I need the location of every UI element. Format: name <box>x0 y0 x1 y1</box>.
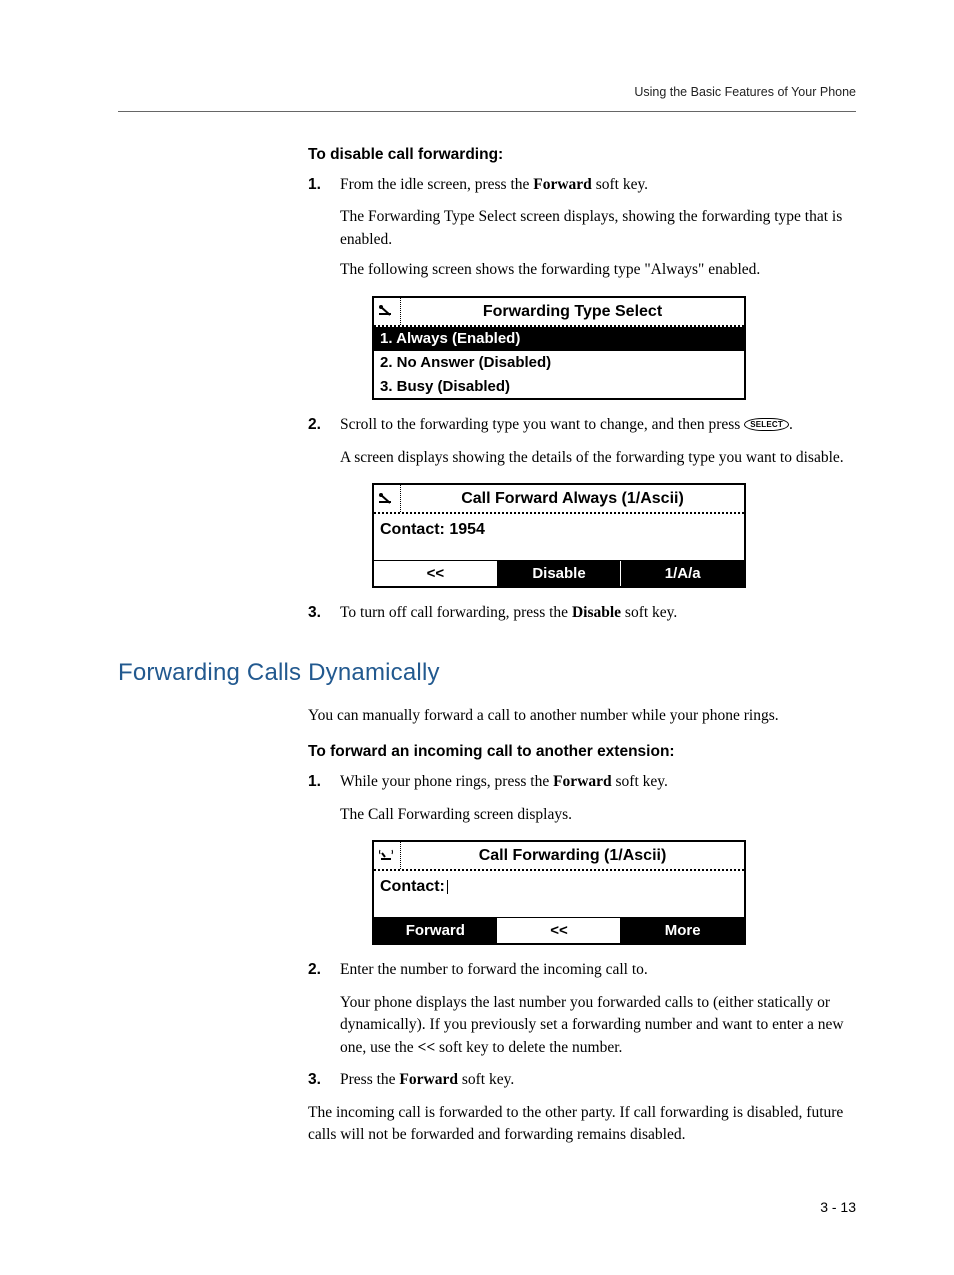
step-text: To turn off call forwarding, press the D… <box>340 604 677 621</box>
step-3: 3. To turn off call forwarding, press th… <box>308 602 856 624</box>
step-paragraph: A screen displays showing the details of… <box>340 447 856 469</box>
phone-icon <box>374 298 401 325</box>
step-number: 2. <box>308 959 321 981</box>
softkey-row: << Disable 1/A/a <box>374 560 744 587</box>
step-text: Enter the number to forward the incoming… <box>340 961 648 978</box>
menu-item-busy: 3. Busy (Disabled) <box>374 375 744 399</box>
step-text: Press the Forward soft key. <box>340 1071 514 1088</box>
intro-paragraph: You can manually forward a call to anoth… <box>308 705 856 727</box>
step-number: 3. <box>308 602 321 624</box>
softkey-disable: Disable <box>498 561 622 587</box>
step-paragraph: The Forwarding Type Select screen displa… <box>340 206 856 251</box>
phone-screen-figure-2: Call Forward Always (1/Ascii) Contact: 1… <box>372 483 746 588</box>
softkey-row: Forward << More <box>374 917 744 944</box>
section-heading-dynamic: Forwarding Calls Dynamically <box>118 659 856 687</box>
figure-title: Call Forward Always (1/Ascii) <box>401 485 744 512</box>
select-button-icon: SELECT <box>744 418 789 431</box>
step-paragraph: The following screen shows the forwardin… <box>340 259 856 281</box>
phone-icon <box>374 485 401 512</box>
page-number: 3 - 13 <box>118 1199 856 1215</box>
step-paragraph: The Call Forwarding screen displays. <box>340 804 856 826</box>
figure-titlebar: Forwarding Type Select <box>374 298 744 327</box>
step-text: While your phone rings, press the Forwar… <box>340 773 668 790</box>
step-1: 1. While your phone rings, press the For… <box>308 771 856 945</box>
content-area-2: You can manually forward a call to anoth… <box>308 705 856 1147</box>
step-3: 3. Press the Forward soft key. <box>308 1069 856 1091</box>
step-number: 2. <box>308 414 321 436</box>
steps-list-disable: 1. From the idle screen, press the Forwa… <box>308 174 856 625</box>
page-header: Using the Basic Features of Your Phone <box>118 85 856 99</box>
step-2: 2. Scroll to the forwarding type you wan… <box>308 414 856 588</box>
step-2: 2. Enter the number to forward the incom… <box>308 959 856 1059</box>
contact-field: Contact: <box>374 871 744 916</box>
menu-item-no-answer: 2. No Answer (Disabled) <box>374 351 744 375</box>
phone-screen-figure-3: Call Forwarding (1/Ascii) Contact: Forwa… <box>372 840 746 945</box>
step-paragraph: Your phone displays the last number you … <box>340 992 856 1059</box>
text-cursor-icon <box>447 880 450 894</box>
softkey-mode: 1/A/a <box>621 561 744 587</box>
menu-item-always: 1. Always (Enabled) <box>374 327 744 351</box>
step-text: Scroll to the forwarding type you want t… <box>340 416 793 433</box>
step-text: From the idle screen, press the Forward … <box>340 176 648 193</box>
steps-list-forward: 1. While your phone rings, press the For… <box>308 771 856 1091</box>
procedure-title-forward: To forward an incoming call to another e… <box>308 743 856 761</box>
figure-title: Forwarding Type Select <box>401 298 744 325</box>
step-number: 1. <box>308 174 321 196</box>
content-area: To disable call forwarding: 1. From the … <box>308 146 856 625</box>
softkey-more: More <box>621 918 744 944</box>
figure-title: Call Forwarding (1/Ascii) <box>401 842 744 869</box>
phone-screen-figure-1: Forwarding Type Select 1. Always (Enable… <box>372 296 746 400</box>
procedure-title-disable: To disable call forwarding: <box>308 146 856 164</box>
softkey-back: << <box>374 561 498 587</box>
softkey-back: << <box>498 918 622 944</box>
softkey-forward: Forward <box>374 918 498 944</box>
ringing-icon <box>374 842 401 869</box>
step-number: 3. <box>308 1069 321 1091</box>
document-page: Using the Basic Features of Your Phone T… <box>0 0 954 1275</box>
figure-titlebar: Call Forward Always (1/Ascii) <box>374 485 744 514</box>
header-rule <box>118 111 856 112</box>
figure-titlebar: Call Forwarding (1/Ascii) <box>374 842 744 871</box>
outro-paragraph: The incoming call is forwarded to the ot… <box>308 1102 856 1147</box>
step-number: 1. <box>308 771 321 793</box>
step-1: 1. From the idle screen, press the Forwa… <box>308 174 856 400</box>
contact-field: Contact: 1954 <box>374 514 744 559</box>
